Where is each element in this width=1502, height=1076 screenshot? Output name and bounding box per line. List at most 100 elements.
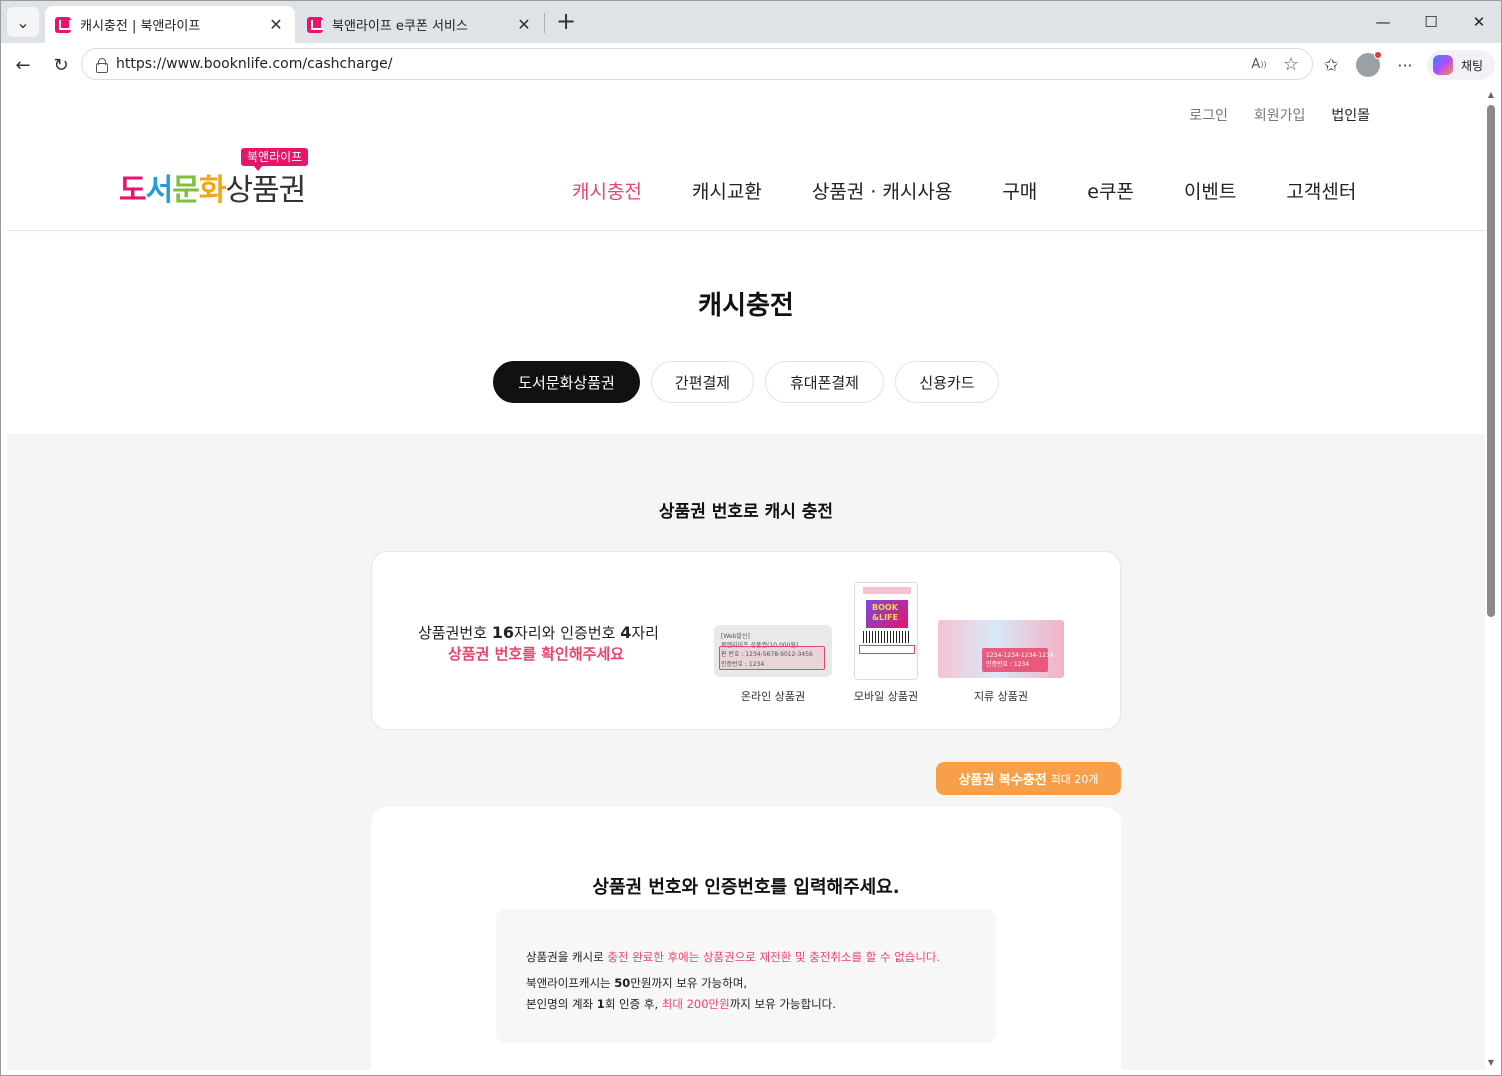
info-text: 자리 (631, 624, 659, 642)
voucher-info-card: 상품권번호 16자리와 인증번호 4자리 상품권 번호를 확인해주세요 [Web… (371, 551, 1121, 730)
nav-item-ecoupon[interactable]: e쿠폰 (1087, 177, 1134, 204)
corporate-mall-link[interactable]: 법인몰 (1331, 105, 1370, 125)
nav-item-cash-exchange[interactable]: 캐시교환 (692, 177, 762, 204)
notification-dot (1374, 51, 1382, 59)
charge-notice: 상품권을 캐시로 충전 완료한 후에는 상품권으로 재전환 및 충전취소를 할 … (496, 909, 996, 1043)
tab-ecoupon[interactable]: 북앤라이프 e쿠폰 서비스 ✕ (297, 6, 543, 43)
logo-char: 상품권 (225, 173, 306, 208)
notice-line-2: 북앤라이프캐시는 50만원까지 보유 가능하며, (526, 975, 747, 991)
nav-item-purchase[interactable]: 구매 (1002, 177, 1037, 204)
scroll-up-icon[interactable]: ▲ (1487, 91, 1495, 99)
profile-avatar[interactable] (1356, 51, 1382, 77)
logo-badge: 북앤라이프 (241, 148, 309, 171)
nav-item-customer-center[interactable]: 고객센터 (1286, 177, 1356, 204)
tab-title: 북앤라이프 e쿠폰 서비스 (332, 19, 468, 34)
minimize-icon[interactable]: — (1363, 9, 1403, 35)
address-bar[interactable]: https://www.booknlife.com/cashcharge/ A)… (81, 48, 1313, 80)
form-title: 상품권 번호와 인증번호를 입력해주세요. (592, 877, 900, 898)
booknlife-favicon-icon (307, 16, 323, 33)
browser-window: ⌄ 캐시충전 | 북앤라이프 ✕ 북앤라이프 e쿠폰 서비스 ✕ + — ☐ ✕… (0, 0, 1502, 1076)
page-scrollbar[interactable]: ▲ ▼ (1485, 89, 1497, 1069)
notice-number: 1 (596, 997, 605, 1011)
info-text: 자리와 인증번호 (514, 624, 621, 642)
page-viewport: 로그인 회원가입 법인몰 북앤라이프 도서문화상품권 캐시충전 캐시교환 상품권… (7, 85, 1485, 1070)
tab-title: 캐시충전 | 북앤라이프 (80, 19, 201, 34)
tab-divider (544, 13, 545, 33)
voucher-text: 핀 번호 : 1234-5678-9012-3456 (721, 651, 813, 658)
notice-text: 회 인증 후, (604, 997, 662, 1011)
logo-char: 도 (119, 173, 147, 208)
paper-voucher-image: 1234-1234-1234-1234 인증번호 : 1234 (938, 620, 1064, 678)
main-navigation: 캐시충전 캐시교환 상품권 · 캐시사용 구매 e쿠폰 이벤트 고객센터 (572, 177, 1356, 204)
maximize-icon[interactable]: ☐ (1411, 9, 1451, 35)
barcode (863, 631, 911, 643)
info-line-1: 상품권번호 16자리와 인증번호 4자리 (418, 622, 659, 643)
notice-text: 북앤라이프캐시는 (526, 976, 615, 990)
browser-toolbar: ← ↻ https://www.booknlife.com/cashcharge… (1, 43, 1501, 85)
voucher-text: BOOK (872, 603, 898, 612)
notice-line-3: 본인명의 계좌 1회 인증 후, 최대 200만원까지 보유 가능합니다. (526, 996, 836, 1012)
url-text: https://www.booknlife.com/cashcharge/ (116, 56, 393, 72)
favorites-list-icon[interactable]: ✩ (1319, 53, 1343, 77)
site-logo[interactable]: 북앤라이프 도서문화상품권 (119, 145, 329, 208)
logo-text: 도서문화상품권 (119, 165, 306, 209)
multi-charge-sub: 최대 20개 (1050, 772, 1099, 786)
refresh-icon[interactable]: ↻ (47, 51, 75, 79)
notice-warning: 충전 완료한 후에는 상품권으로 재전환 및 충전취소를 할 수 없습니다. (607, 950, 941, 964)
close-icon[interactable]: ✕ (515, 15, 533, 34)
tab-easy-pay[interactable]: 간편결제 (651, 361, 754, 403)
close-icon[interactable]: ✕ (267, 15, 285, 34)
voucher-caption: 지류 상품권 (973, 690, 1029, 703)
more-icon[interactable]: ··· (1393, 53, 1417, 77)
tab-voucher[interactable]: 도서문화상품권 (493, 361, 640, 403)
arrow-left-icon[interactable]: ← (9, 51, 37, 79)
book-life-graphic: BOOK &LIFE (866, 600, 908, 628)
notice-text: 만원까지 보유 가능하며, (630, 976, 748, 990)
logo-char: 문 (172, 173, 200, 208)
charge-method-tabs: 도서문화상품권 간편결제 휴대폰결제 신용카드 (493, 361, 999, 403)
signup-link[interactable]: 회원가입 (1254, 105, 1306, 125)
page-title: 캐시충전 (698, 291, 794, 321)
window-close-icon[interactable]: ✕ (1459, 9, 1499, 35)
scrollbar-thumb[interactable] (1487, 105, 1495, 617)
voucher-form-card: 상품권 번호와 인증번호를 입력해주세요. 상품권을 캐시로 충전 완료한 후에… (371, 807, 1121, 1070)
info-text: 상품권번호 (418, 624, 492, 642)
multi-charge-button[interactable]: 상품권 복수충전 최대 20개 (936, 762, 1121, 795)
notice-text: 상품권을 캐시로 (526, 950, 608, 964)
notice-number: 50 (614, 976, 631, 990)
notice-text: 본인명의 계좌 (526, 997, 597, 1011)
multi-charge-label: 상품권 복수충전 (958, 773, 1047, 788)
nav-item-cash-charge[interactable]: 캐시충전 (572, 177, 642, 204)
info-number: 16 (491, 623, 515, 642)
utility-links: 로그인 회원가입 법인몰 (1189, 105, 1370, 125)
voucher-caption: 모바일 상품권 (853, 690, 919, 703)
read-aloud-label: A (1251, 56, 1261, 72)
scroll-down-icon[interactable]: ▼ (1487, 1059, 1495, 1067)
voucher-text: 인증번호 : 1234 (721, 661, 765, 668)
voucher-text: [Web발신] (721, 633, 750, 640)
lock-icon[interactable] (94, 57, 108, 73)
booknlife-favicon-icon (55, 16, 71, 33)
header-strip (863, 587, 911, 594)
copilot-chat-button[interactable]: 채팅 (1427, 50, 1495, 80)
new-tab-plus-icon[interactable]: + (553, 9, 579, 35)
tab-bar: ⌄ 캐시충전 | 북앤라이프 ✕ 북앤라이프 e쿠폰 서비스 ✕ + — ☐ ✕ (1, 1, 1501, 43)
mobile-voucher-image: BOOK &LIFE (854, 582, 918, 680)
voucher-caption: 온라인 상품권 (740, 690, 806, 703)
section-title: 상품권 번호로 캐시 충전 (658, 502, 834, 522)
tab-cashcharge[interactable]: 캐시충전 | 북앤라이프 ✕ (45, 6, 295, 43)
header-divider (7, 230, 1485, 231)
logo-char: 화 (198, 173, 227, 208)
read-aloud-icon[interactable]: A)) (1248, 53, 1270, 75)
nav-item-event[interactable]: 이벤트 (1184, 177, 1236, 204)
login-link[interactable]: 로그인 (1189, 105, 1228, 125)
tab-credit-card[interactable]: 신용카드 (895, 361, 999, 403)
star-icon[interactable]: ☆ (1280, 53, 1302, 75)
nav-item-voucher-use[interactable]: 상품권 · 캐시사용 (812, 177, 952, 204)
info-number: 4 (620, 623, 632, 642)
voucher-text: &LIFE (872, 613, 898, 622)
tab-mobile-pay[interactable]: 휴대폰결제 (765, 361, 884, 403)
voucher-text: 1234-1234-1234-1234 (986, 652, 1054, 659)
tab-list-button[interactable]: ⌄ (7, 7, 39, 37)
notice-highlight: 최대 200만원 (661, 997, 730, 1011)
